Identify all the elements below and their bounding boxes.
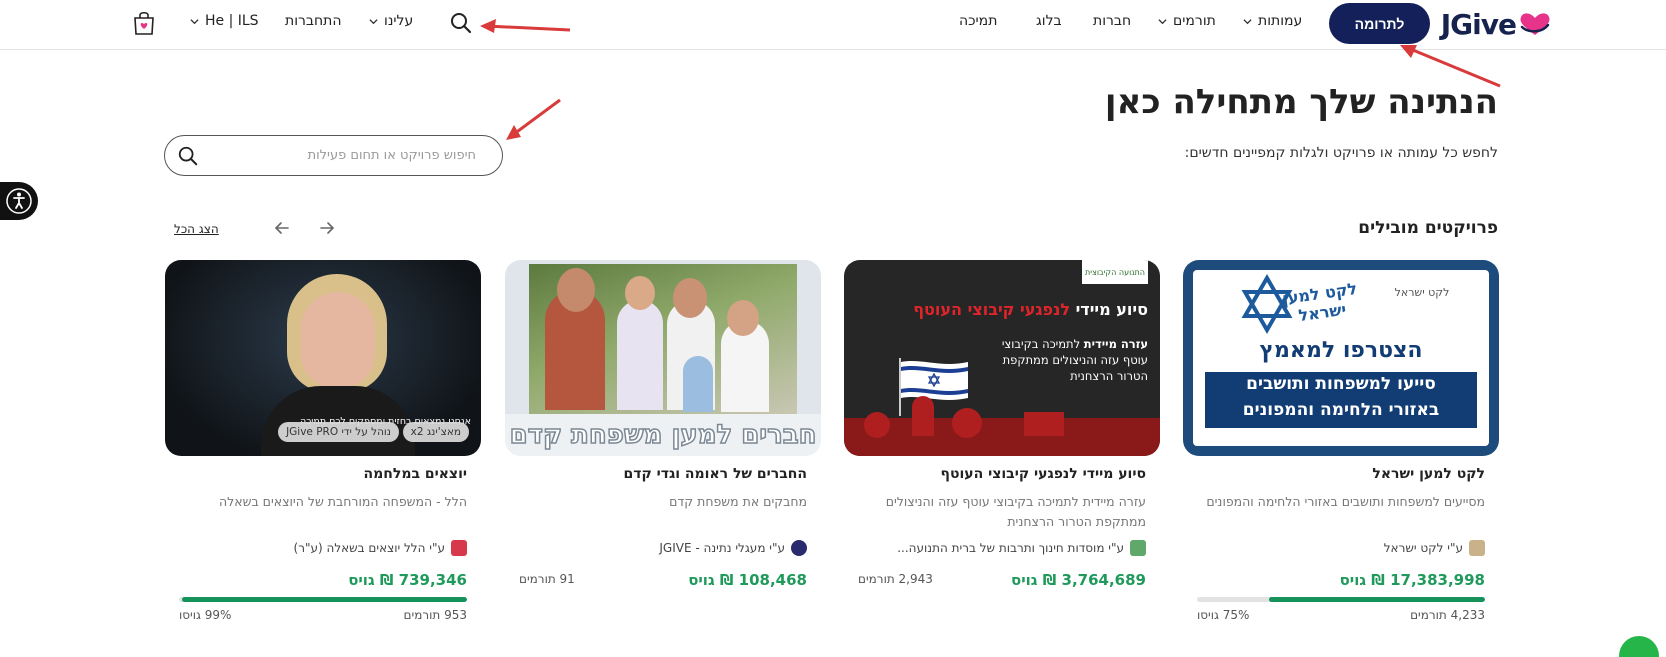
project-image[interactable]: התנועה הקיבוצית סיוע מיידי לנפגעי קיבוצי…	[844, 260, 1160, 456]
project-image[interactable]: אנחנו נמצאים בחזית ומספקים לכם תמיכה מאצ…	[165, 260, 481, 456]
image-banner: חברים למען משפחת קדם	[509, 419, 817, 451]
accessibility-icon	[6, 188, 32, 214]
chevron-down-icon	[1158, 18, 1167, 24]
search-icon[interactable]	[449, 11, 473, 35]
nav-companies[interactable]: חברות	[1093, 13, 1131, 29]
nav-companies-label: חברות	[1093, 13, 1132, 29]
card-title[interactable]: יוצאים במלחמה	[363, 466, 467, 482]
arrow-right-icon[interactable]	[317, 218, 337, 238]
card-org[interactable]: ע"י מוסדות חינוך ותרבות של ברית התנועה..…	[897, 540, 1146, 556]
image-headline-a: סיוע מיידי	[1070, 300, 1148, 319]
nav-login-label: התחברות	[285, 13, 342, 29]
lang-currency-label: He | ILS	[205, 13, 259, 29]
card-title[interactable]: לקט למען ישראל	[1372, 466, 1485, 482]
org-logo-icon	[1469, 540, 1485, 556]
nav-blog[interactable]: בלוג	[1036, 13, 1062, 29]
project-search-box[interactable]	[164, 135, 503, 176]
card-org[interactable]: ע"י לקט ישראל	[1384, 540, 1485, 556]
image-headline: הצטרפו למאמץ	[1259, 338, 1423, 363]
chevron-down-icon	[1243, 18, 1252, 24]
percent-raised: 99% גויסו	[179, 608, 232, 622]
project-image[interactable]: חברים למען משפחת קדם	[505, 260, 821, 456]
project-card[interactable]: חברים למען משפחת קדם החברים של ראומה וגד…	[505, 260, 821, 650]
project-card[interactable]: לקט ישראל לקט למען ישראל הצטרפו למאמץ סי…	[1183, 260, 1499, 650]
amount-raised: 739,346 ₪ גויס	[348, 571, 467, 589]
jgive-logo[interactable]: JGive	[1441, 6, 1552, 42]
org-logo-icon	[451, 540, 467, 556]
org-logo-icon	[791, 540, 807, 556]
card-description: מחבקים את משפחת קדם	[669, 494, 807, 509]
donate-button[interactable]: לתרומה	[1329, 3, 1430, 44]
whatsapp-chat-button[interactable]	[1619, 636, 1659, 657]
card-org-label: ע"י מוסדות חינוך ותרבות של ברית התנועה..…	[897, 541, 1124, 555]
nav-amutot[interactable]: עמותות	[1243, 13, 1302, 29]
image-logo-name: לקט ישראל	[1394, 286, 1450, 299]
card-org[interactable]: ע"י הלל יוצאים בשאלה (ע"ר)	[294, 540, 467, 556]
nav-support[interactable]: תמיכה	[959, 13, 997, 29]
israel-flag-icon	[899, 358, 968, 416]
image-body-bold: עזרה מיידית	[1083, 337, 1148, 351]
lang-currency-selector[interactable]: He | ILS	[190, 13, 259, 29]
progress-bar	[1197, 597, 1485, 602]
card-description: מסייעים למשפחות ותושבים באזורי הלחימה וה…	[1206, 494, 1485, 509]
donor-count: 953 תורמים	[403, 608, 467, 622]
brand-name: JGive	[1440, 7, 1517, 41]
card-org-label: ע"י לקט ישראל	[1383, 541, 1463, 555]
show-all-link[interactable]: הצג הכל	[174, 222, 219, 236]
image-body: עזרה מיידית לתמיכה בקיבוצי עוטף עזה והני…	[978, 336, 1148, 384]
nav-tormim-label: תורמים	[1173, 13, 1216, 29]
pro-badge: נוהל על ידי JGive PRO	[278, 422, 399, 442]
chevron-down-icon	[369, 18, 378, 24]
page-subtitle: לחפש כל עמותה או פרויקט ולגלות קמפיינים …	[1184, 145, 1498, 161]
image-partner-logo: התנועה הקיבוצית	[1082, 260, 1148, 284]
image-headline-b: לנפגעי קיבוצי העוטף	[913, 300, 1070, 319]
top-nav-bar: JGive לתרומה עמותות תורמים חברות בלוג תמ…	[0, 0, 1666, 50]
arrow-left-icon[interactable]	[272, 218, 292, 238]
progress-bar	[179, 597, 467, 602]
nav-login[interactable]: התחברות	[285, 13, 342, 29]
image-headline: סיוע מיידי לנפגעי קיבוצי העוטף	[913, 300, 1148, 319]
progress-fill	[1269, 597, 1485, 602]
nav-about[interactable]: עלינו	[369, 13, 413, 29]
shopping-bag-icon[interactable]	[132, 10, 156, 36]
image-line-1: סייעו למשפחות ותושבים	[1246, 374, 1436, 394]
matching-badge: מאצ'ינג x2	[402, 422, 469, 442]
section-title: פרויקטים מובילים	[1358, 218, 1498, 238]
accessibility-button[interactable]	[0, 182, 38, 220]
amount-raised: 108,468 ₪ גויס	[688, 571, 807, 589]
nav-support-label: תמיכה	[959, 13, 998, 29]
card-title[interactable]: סיוע מיידי לנפגעי קיבוצי העוטף	[941, 466, 1146, 482]
card-org-label: ע"י הלל יוצאים בשאלה (ע"ר)	[293, 541, 445, 555]
card-title[interactable]: החברים של ראומה וגדי קדם	[623, 466, 807, 482]
progress-fill	[181, 597, 467, 602]
heart-logo-icon	[1520, 13, 1550, 35]
nav-amutot-label: עמותות	[1258, 13, 1303, 29]
project-card[interactable]: אנחנו נמצאים בחזית ומספקים לכם תמיכה מאצ…	[165, 260, 481, 650]
card-org-label: ע"י מעגלי נתינה - JGIVE	[659, 541, 785, 555]
org-logo-icon	[1130, 540, 1146, 556]
nav-about-label: עלינו	[384, 13, 414, 29]
donor-count: 91 תורמים	[519, 572, 575, 586]
page-title: הנתינה שלך מתחילה כאן	[1104, 82, 1498, 122]
nav-tormim[interactable]: תורמים	[1158, 13, 1216, 29]
amount-raised: 17,383,998 ₪ גויס	[1339, 571, 1485, 589]
project-image[interactable]: לקט ישראל לקט למען ישראל הצטרפו למאמץ סי…	[1183, 260, 1499, 456]
nav-blog-label: בלוג	[1036, 13, 1062, 29]
donor-count: 4,233 תורמים	[1410, 608, 1485, 622]
percent-raised: 75% גויסו	[1197, 608, 1250, 622]
amount-raised: 3,764,689 ₪ גויס	[1011, 571, 1146, 589]
chevron-down-icon	[190, 18, 199, 24]
card-description: עזרה מיידית לתמיכה בקיבוצי עוטף עזה והני…	[885, 494, 1146, 529]
donor-count: 2,943 תורמים	[858, 572, 933, 586]
card-description: הלל - המשפחה המורחבת של היוצאים בשאלה	[218, 494, 467, 509]
project-search-input[interactable]	[206, 148, 476, 163]
project-card[interactable]: התנועה הקיבוצית סיוע מיידי לנפגעי קיבוצי…	[844, 260, 1160, 650]
card-org[interactable]: ע"י מעגלי נתינה - JGIVE	[659, 540, 807, 556]
search-icon[interactable]	[177, 145, 199, 167]
image-line-2: באזורי הלחימה והמפונים	[1242, 400, 1440, 420]
